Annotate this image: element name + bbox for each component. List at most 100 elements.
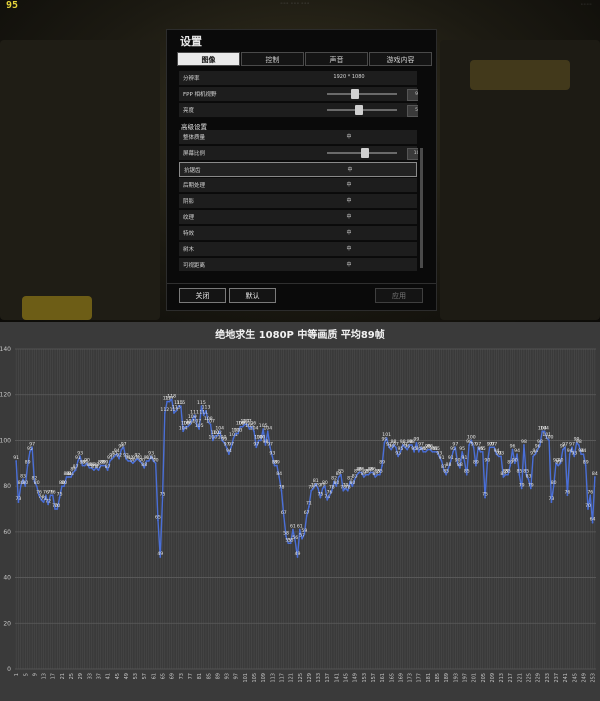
setting-row[interactable]: 屏幕比例 100	[179, 146, 418, 161]
data-label: 90	[484, 457, 490, 463]
x-tick-label: 81	[197, 673, 203, 679]
tab-1[interactable]: 图像	[177, 52, 240, 66]
x-tick-label: 141	[334, 673, 340, 683]
x-tick-label: 213	[499, 673, 505, 683]
y-tick-label: 140	[0, 346, 11, 353]
setting-slider[interactable]	[327, 148, 397, 158]
slider-knob[interactable]	[350, 89, 359, 99]
x-tick-label: 153	[362, 673, 368, 683]
x-tick-label: 117	[279, 673, 285, 683]
x-tick-label: 137	[325, 673, 331, 683]
setting-value[interactable]: 中	[346, 261, 351, 268]
close-button[interactable]: 关闭	[179, 288, 226, 303]
setting-number-box[interactable]: 90	[407, 89, 418, 101]
setting-slider[interactable]	[327, 89, 397, 99]
setting-value[interactable]: 中	[346, 213, 351, 220]
setting-row[interactable]: 阴影 中	[179, 194, 417, 209]
slider-knob[interactable]	[361, 148, 370, 158]
setting-label: 亮度	[183, 108, 195, 114]
setting-row[interactable]: 树木 中	[179, 242, 417, 257]
settings-scrollbar[interactable]	[420, 148, 423, 268]
x-tick-label: 221	[517, 673, 523, 683]
data-label: 89	[473, 460, 479, 466]
setting-slider[interactable]	[327, 105, 397, 115]
setting-label: 分辨率	[183, 76, 200, 82]
data-label: 93	[571, 450, 577, 456]
x-tick-label: 85	[206, 673, 212, 679]
top-center-hud: ◦◦◦ ◦◦◦ ◦◦◦	[280, 1, 310, 7]
data-label: 76	[50, 489, 56, 495]
x-tick-label: 53	[133, 673, 139, 679]
data-label: 65	[155, 514, 161, 520]
setting-value[interactable]: 中	[346, 245, 351, 252]
tab-3[interactable]: 声音	[305, 52, 368, 66]
default-button[interactable]: 默认	[229, 288, 276, 303]
setting-number-box[interactable]: 50	[407, 105, 418, 117]
setting-row[interactable]: 整体质量 中	[179, 130, 417, 145]
data-label: 88	[141, 462, 147, 468]
setting-row[interactable]: FPP 相机视野 90	[179, 87, 418, 102]
setting-number-box[interactable]: 100	[407, 148, 418, 160]
data-label: 93	[269, 450, 275, 456]
data-label: 87	[105, 464, 111, 470]
setting-value[interactable]: 中	[346, 197, 351, 204]
data-label: 112	[160, 407, 169, 413]
data-label: 75	[482, 492, 488, 498]
x-tick-label: 65	[161, 673, 167, 679]
x-tick-label: 93	[225, 673, 231, 679]
x-tick-label: 21	[60, 673, 66, 679]
data-label: 85	[516, 469, 522, 475]
setting-row[interactable]: 分辨率 1920 * 1080	[179, 71, 417, 86]
setting-value[interactable]: 1920 * 1080	[333, 74, 364, 80]
x-tick-label: 233	[545, 673, 551, 683]
data-label: 85	[505, 469, 511, 475]
x-tick-label: 121	[289, 673, 295, 683]
x-tick-label: 101	[243, 673, 249, 683]
settings-tabs: 图像 控制 声音 游戏内容	[177, 52, 433, 66]
data-label: 59	[301, 528, 307, 534]
tab-4[interactable]: 游戏内容	[369, 52, 432, 66]
data-label: 78	[279, 485, 285, 491]
data-label: 80	[333, 480, 339, 486]
data-label: 97	[121, 441, 127, 447]
setting-label: 树木	[183, 247, 195, 253]
data-label: 97	[562, 441, 568, 447]
setting-row[interactable]: 纹理 中	[179, 210, 417, 225]
x-tick-label: 217	[508, 673, 514, 683]
setting-row[interactable]: 特效 中	[179, 226, 417, 241]
data-label: 104	[250, 425, 259, 431]
setting-value[interactable]: 中	[347, 166, 352, 173]
data-label: 103	[234, 428, 243, 434]
apply-button[interactable]: 应用	[375, 288, 423, 303]
data-label: 76	[564, 489, 570, 495]
setting-row[interactable]: 后期处理 中	[179, 178, 417, 193]
data-label: 92	[116, 453, 122, 459]
data-label: 95	[459, 446, 465, 452]
tab-2[interactable]: 控制	[241, 52, 304, 66]
data-label: 104	[215, 425, 224, 431]
x-tick-label: 109	[261, 673, 267, 683]
setting-row[interactable]: 可视距离 中	[179, 258, 417, 271]
setting-value[interactable]: 中	[346, 181, 351, 188]
setting-label: 整体质量	[183, 135, 206, 141]
setting-row[interactable]: 抗锯齿 中	[179, 162, 417, 177]
data-label: 113	[202, 405, 211, 411]
x-tick-label: 193	[453, 673, 459, 683]
data-label: 67	[281, 510, 287, 516]
fps-chart: 绝地求生 1080P 中等画质 平均89帧 0 20 40 60 80 100 120 140 1…	[0, 322, 600, 701]
slider-knob[interactable]	[354, 105, 363, 115]
data-label: 80	[61, 480, 67, 486]
setting-value[interactable]: 中	[346, 229, 351, 236]
x-tick-label: 33	[87, 673, 93, 679]
y-tick-label: 100	[0, 437, 11, 444]
data-label: 93	[498, 450, 504, 456]
x-tick-label: 165	[389, 673, 395, 683]
data-label: 104	[540, 425, 549, 431]
data-label: 83	[20, 473, 26, 479]
data-label: 94	[580, 448, 586, 454]
data-label: 76	[587, 489, 593, 495]
setting-row[interactable]: 亮度 50	[179, 103, 418, 118]
data-label: 98	[576, 439, 582, 445]
setting-value[interactable]: 中	[346, 133, 351, 140]
x-tick-label: 25	[69, 673, 75, 679]
